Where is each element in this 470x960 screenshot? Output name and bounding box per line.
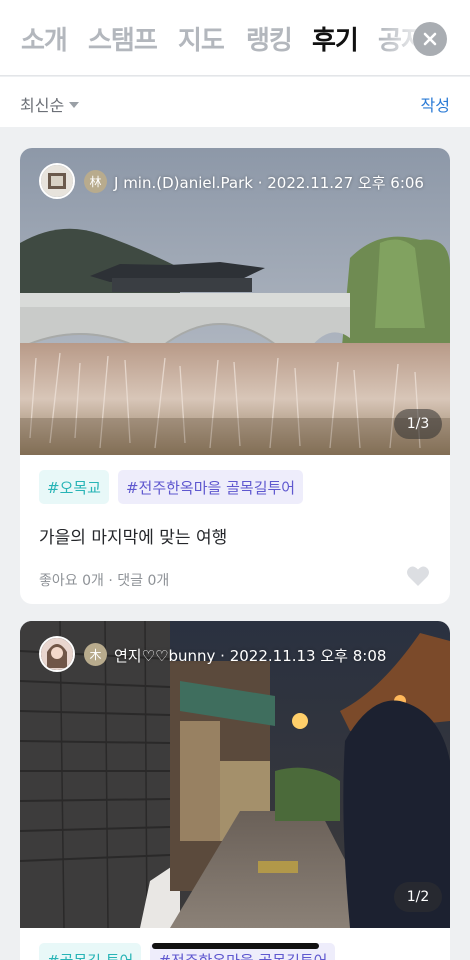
tag-chip[interactable]: #골목길 투어 <box>39 943 142 960</box>
review-card[interactable]: 林 J min.(D)aniel.Park · 2022.11.27 오후 6:… <box>20 148 450 604</box>
level-badge: 木 <box>84 643 107 666</box>
photo-counter: 1/2 <box>394 882 442 912</box>
avatar[interactable] <box>39 163 75 199</box>
caret-down-icon <box>69 102 80 108</box>
heart-icon[interactable] <box>406 565 430 587</box>
sort-label: 최신순 <box>20 96 65 115</box>
tab-ranking[interactable]: 랭킹 <box>246 20 293 57</box>
post-title[interactable]: 가을의 마지막에 맞는 여행 <box>39 523 227 548</box>
review-card[interactable]: 木 연지♡♡bunny · 2022.11.13 오후 8:08 1/2 #골목… <box>20 621 450 960</box>
write-button[interactable]: 작성 <box>421 92 450 116</box>
sort-dropdown[interactable]: 최신순 <box>20 92 80 116</box>
post-header: 木 연지♡♡bunny · 2022.11.13 오후 8:08 <box>20 621 450 685</box>
tab-stamp[interactable]: 스탬프 <box>88 20 158 57</box>
tag-list: #오목교 #전주한옥마을 골목길투어 <box>39 470 304 504</box>
post-header: 林 J min.(D)aniel.Park · 2022.11.27 오후 6:… <box>20 148 450 212</box>
tab-bar: 소개 스탬프 지도 랭킹 후기 공지 <box>0 0 470 76</box>
like-comment-count: 좋아요 0개 · 댓글 0개 <box>39 573 170 589</box>
level-badge: 林 <box>84 170 107 193</box>
photo-counter: 1/3 <box>394 409 442 439</box>
author-date: 연지♡♡bunny · 2022.11.13 오후 8:08 <box>114 647 387 665</box>
close-button[interactable] <box>413 22 447 56</box>
close-icon <box>423 32 437 46</box>
author-date: J min.(D)aniel.Park · 2022.11.27 오후 6:06 <box>114 174 424 192</box>
avatar[interactable] <box>39 636 75 672</box>
tab-reviews[interactable]: 후기 <box>312 20 359 57</box>
tab-map[interactable]: 지도 <box>178 20 225 57</box>
sort-bar: 최신순 작성 <box>0 77 470 127</box>
tab-intro[interactable]: 소개 <box>21 20 68 57</box>
home-indicator <box>152 943 319 949</box>
tag-chip[interactable]: #전주한옥마을 골목길투어 <box>117 470 304 504</box>
tag-chip[interactable]: #오목교 <box>39 470 109 504</box>
